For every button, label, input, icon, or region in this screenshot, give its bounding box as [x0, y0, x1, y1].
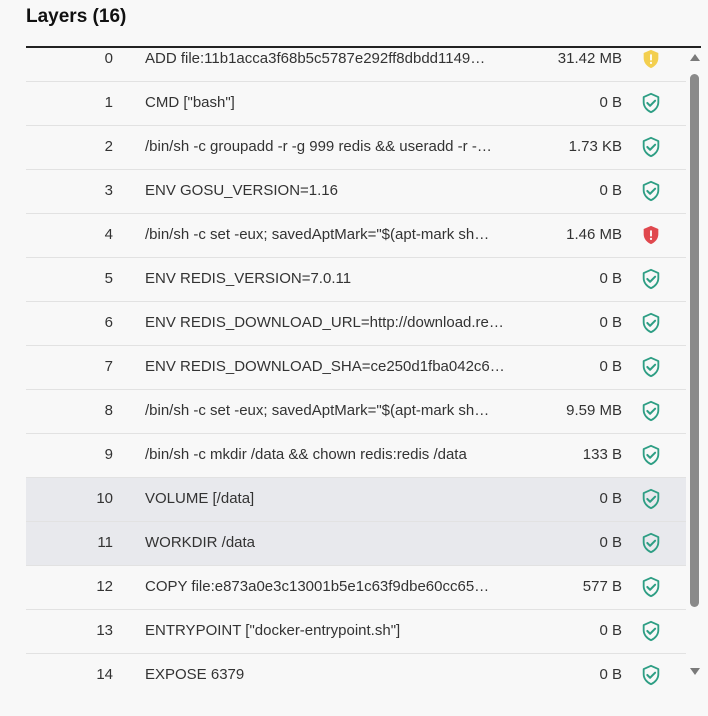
layer-index: 10	[96, 490, 113, 507]
layer-command: ENV REDIS_VERSION=7.0.11	[145, 270, 352, 287]
layer-index: 0	[104, 50, 113, 67]
layer-command: /bin/sh -c mkdir /data && chown redis:re…	[145, 446, 467, 463]
layer-row[interactable]: 14 EXPOSE 6379 0 B	[26, 654, 686, 686]
shield-check-icon	[642, 268, 660, 290]
layer-size: 0 B	[599, 358, 622, 375]
layer-row[interactable]: 2/bin/sh -c groupadd -r -g 999 redis && …	[26, 126, 686, 170]
layer-command: COPY file:e873a0e3c13001b5e1c63f9dbe60cc…	[145, 578, 490, 595]
layer-size: 0 B	[599, 622, 622, 639]
layer-index: 9	[104, 446, 113, 463]
layer-index: 13	[96, 622, 113, 639]
layer-index: 8	[104, 402, 113, 419]
layer-size: 0 B	[599, 182, 622, 199]
layer-command: /bin/sh -c set -eux; savedAptMark="$(apt…	[145, 226, 490, 243]
layer-index: 5	[104, 270, 113, 287]
layers-rows: 0 ADD file:11b1acca3f68b5c5787e292ff8dbdd…	[26, 46, 686, 686]
layer-size: 0 B	[599, 490, 622, 507]
shield-check-icon	[642, 620, 660, 642]
layer-command: WORKDIR /data	[145, 534, 256, 551]
layer-index: 4	[104, 226, 113, 243]
layer-size: 1.73 KB	[568, 138, 622, 155]
scrollbar-thumb[interactable]	[690, 74, 699, 607]
shield-check-icon	[642, 312, 660, 334]
layer-row[interactable]: 9/bin/sh -c mkdir /data && chown redis:r…	[26, 434, 686, 478]
layer-command: /bin/sh -c groupadd -r -g 999 redis && u…	[145, 138, 492, 155]
scroll-down-icon[interactable]	[689, 665, 701, 677]
layer-size: 133 B	[582, 446, 622, 463]
layer-row[interactable]: 6 ENV REDIS_DOWNLOAD_URL=http://download.…	[26, 302, 686, 346]
scroll-up-icon[interactable]	[689, 52, 701, 64]
layer-row[interactable]: 7 ENV REDIS_DOWNLOAD_SHA=ce250d1fba042c6……	[26, 346, 686, 390]
layer-size: 31.42 MB	[557, 50, 622, 67]
shield-check-icon	[642, 92, 660, 114]
shield-check-icon	[642, 400, 660, 422]
layer-command: VOLUME [/data]	[145, 490, 255, 507]
layer-size: 0 B	[599, 666, 622, 683]
shield-warning-icon	[643, 49, 659, 69]
page-title: Layers (16)	[26, 6, 127, 27]
layer-size: 9.59 MB	[566, 402, 622, 419]
layer-index: 14	[96, 666, 113, 683]
layer-command: EXPOSE 6379	[145, 666, 245, 683]
shield-error-icon	[643, 225, 659, 245]
layer-size: 0 B	[599, 270, 622, 287]
layer-row[interactable]: 3 ENV GOSU_VERSION=1.16 0 B	[26, 170, 686, 214]
shield-check-icon	[642, 576, 660, 598]
layer-command: ENTRYPOINT ["docker-entrypoint.sh"]	[145, 622, 401, 639]
layer-index: 2	[104, 138, 113, 155]
shield-check-icon	[642, 664, 660, 686]
layer-size: 0 B	[599, 314, 622, 331]
layer-command: CMD ["bash"]	[145, 94, 235, 111]
layer-row[interactable]: 5 ENV REDIS_VERSION=7.0.11 0 B	[26, 258, 686, 302]
layer-row[interactable]: 4/bin/sh -c set -eux; savedAptMark="$(ap…	[26, 214, 686, 258]
layer-row[interactable]: 1 CMD ["bash"] 0 B	[26, 82, 686, 126]
layer-row[interactable]: 0 ADD file:11b1acca3f68b5c5787e292ff8dbdd…	[26, 46, 686, 82]
layer-index: 7	[104, 358, 113, 375]
layer-row[interactable]: 11 WORKDIR /data 0 B	[26, 522, 686, 566]
layers-list: 0 ADD file:11b1acca3f68b5c5787e292ff8dbdd…	[26, 46, 701, 686]
layer-index: 11	[97, 534, 113, 551]
layer-size: 1.46 MB	[566, 226, 622, 243]
layer-command: /bin/sh -c set -eux; savedAptMark="$(apt…	[145, 402, 490, 419]
shield-check-icon	[642, 444, 660, 466]
layer-row[interactable]: 10 VOLUME [/data] 0 B	[26, 478, 686, 522]
layer-row[interactable]: 13 ENTRYPOINT ["docker-entrypoint.sh"] 0 B	[26, 610, 686, 654]
layer-index: 12	[96, 578, 113, 595]
layer-command: ENV REDIS_DOWNLOAD_URL=http://download.r…	[145, 314, 504, 331]
layer-index: 6	[104, 314, 113, 331]
layer-command: ENV REDIS_DOWNLOAD_SHA=ce250d1fba042c6…	[145, 358, 505, 375]
shield-check-icon	[642, 356, 660, 378]
layer-row[interactable]: 8/bin/sh -c set -eux; savedAptMark="$(ap…	[26, 390, 686, 434]
layer-index: 1	[104, 94, 113, 111]
shield-check-icon	[642, 180, 660, 202]
shield-check-icon	[642, 136, 660, 158]
shield-check-icon	[642, 532, 660, 554]
layer-index: 3	[104, 182, 113, 199]
layer-command: ADD file:11b1acca3f68b5c5787e292ff8dbdd1…	[145, 50, 486, 67]
layer-size: 577 B	[582, 578, 622, 595]
layer-command: ENV GOSU_VERSION=1.16	[145, 182, 338, 199]
shield-check-icon	[642, 488, 660, 510]
layer-row[interactable]: 12 COPY file:e873a0e3c13001b5e1c63f9dbe60…	[26, 566, 686, 610]
layer-size: 0 B	[599, 94, 622, 111]
layer-size: 0 B	[599, 534, 622, 551]
